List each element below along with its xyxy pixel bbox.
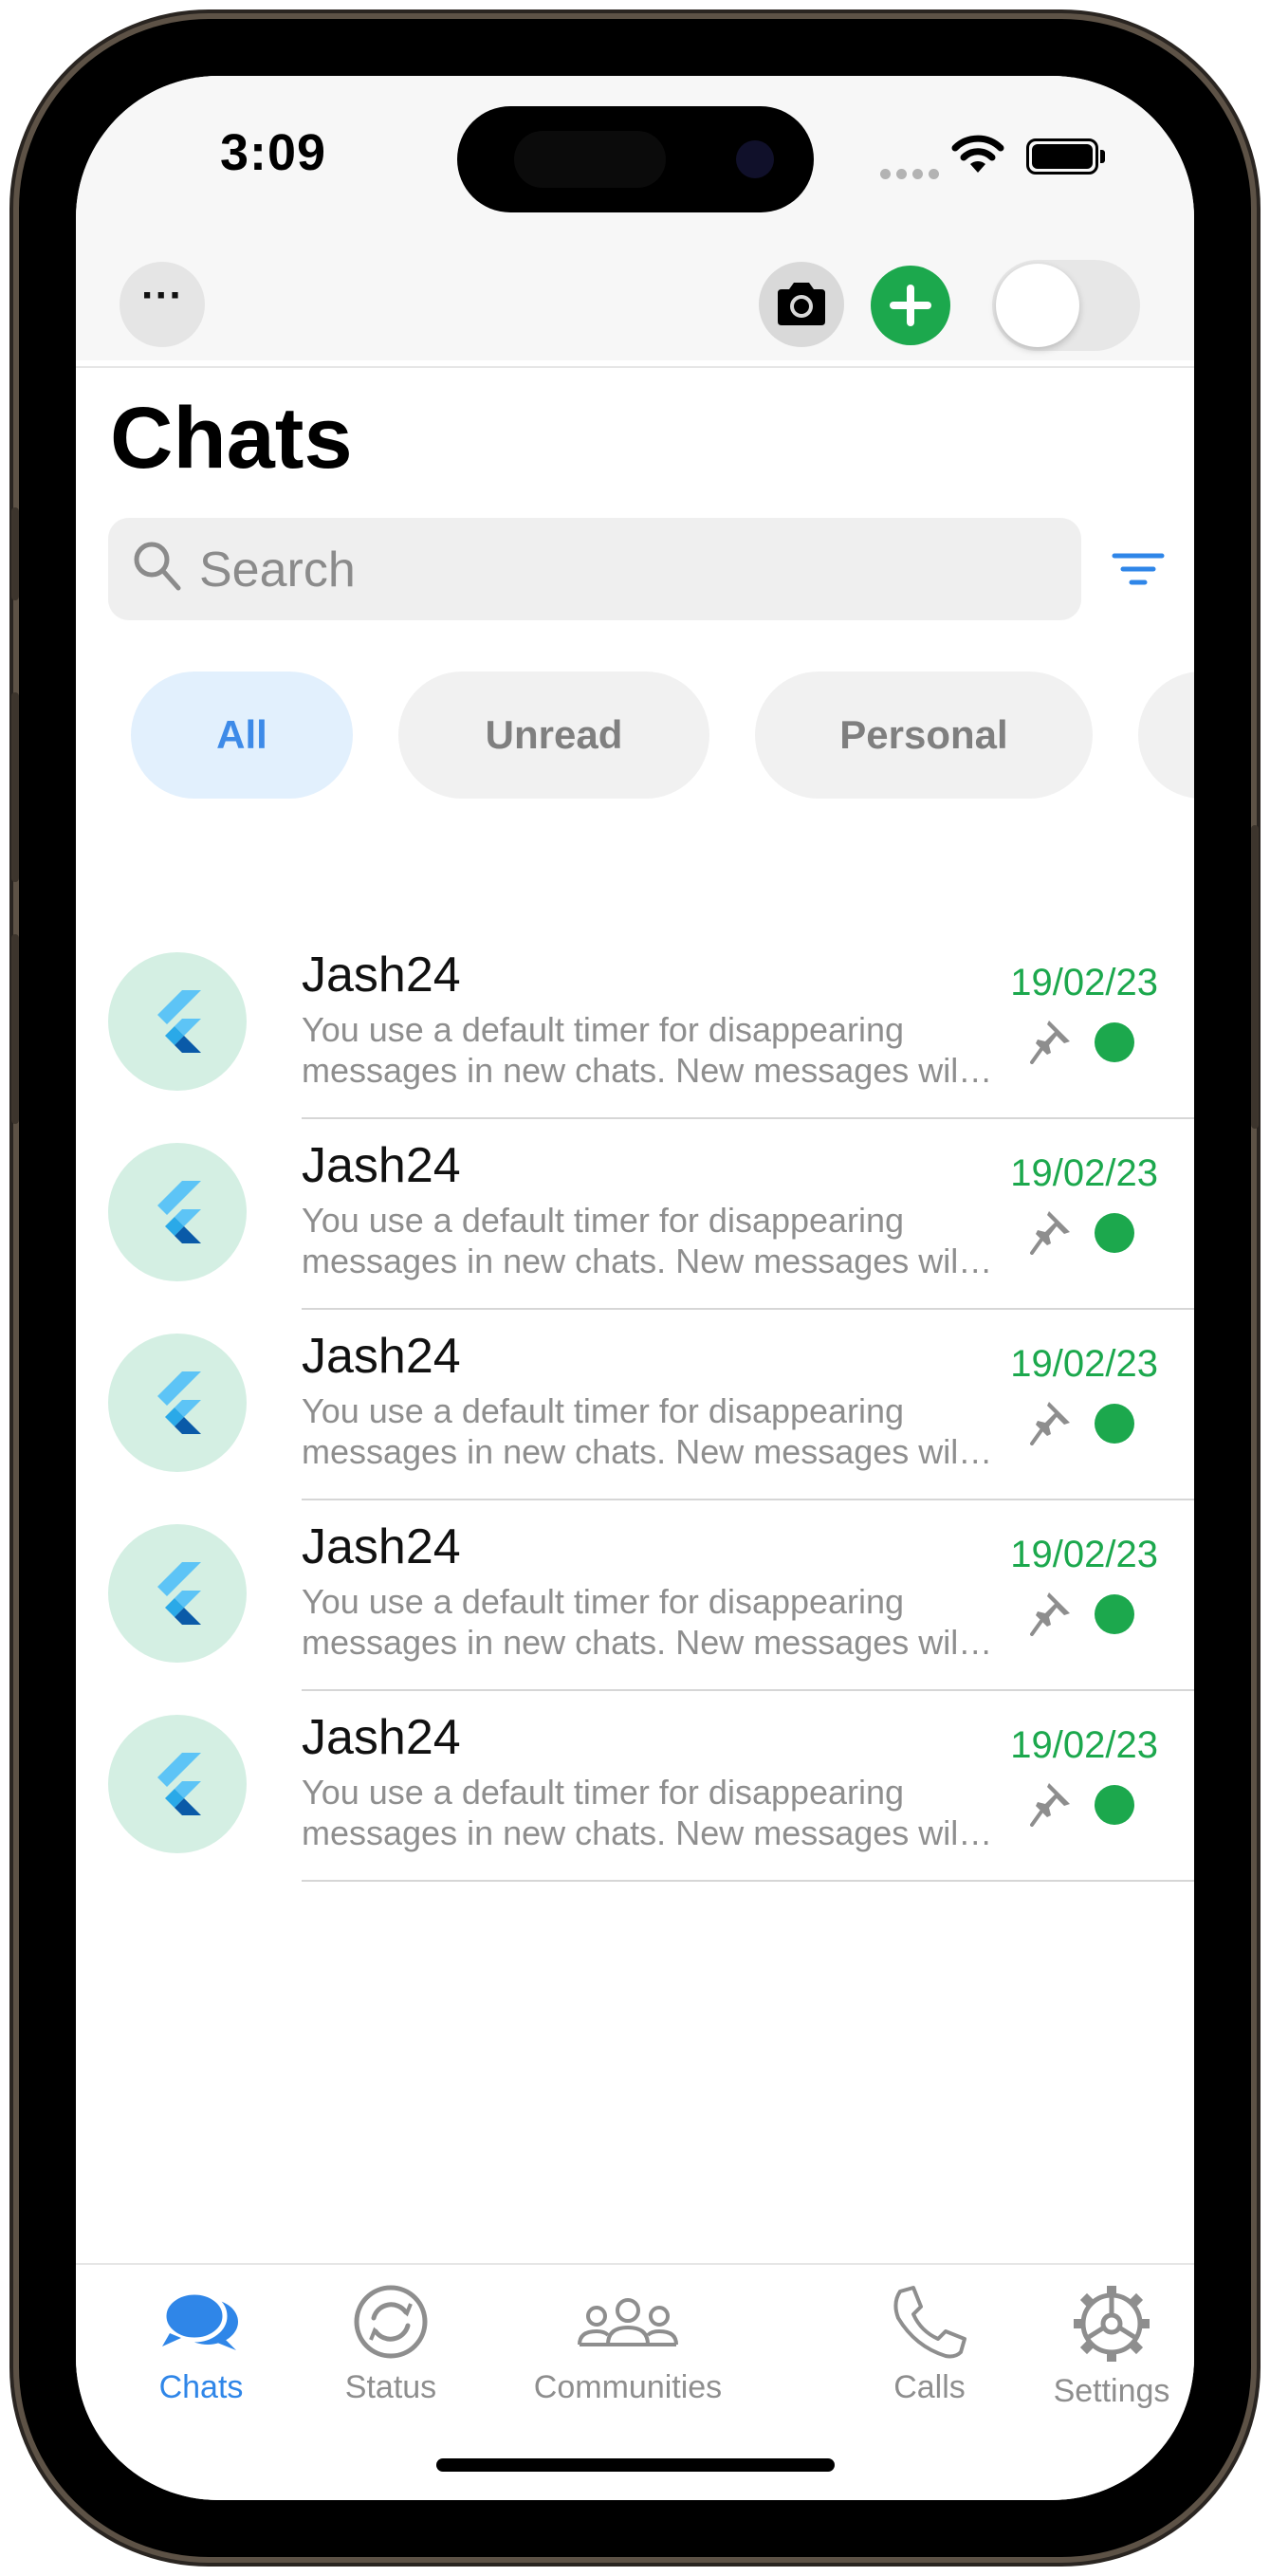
unread-dot <box>1095 1785 1134 1825</box>
flutter-logo-icon <box>157 1562 201 1625</box>
tab-label: Chats <box>158 2369 244 2405</box>
chat-row[interactable]: Jash24 You use a default timer for disapp… <box>76 1311 1194 1500</box>
chat-message-preview: You use a default timer for disappearing… <box>302 1582 966 1662</box>
chat-date: 19/02/23 <box>1010 1343 1158 1385</box>
pin-icon <box>1030 1779 1074 1831</box>
avatar[interactable] <box>108 1334 247 1472</box>
volume-up-button <box>11 692 19 882</box>
tab-calls[interactable]: Calls <box>863 2284 996 2426</box>
action-button <box>11 507 19 600</box>
tab-communities[interactable]: Communities <box>514 2284 742 2426</box>
tab-chats[interactable]: Chats <box>135 2284 267 2426</box>
chat-message-preview: You use a default timer for disappearing… <box>302 1391 966 1471</box>
flutter-logo-icon <box>157 990 201 1053</box>
front-camera-icon <box>736 140 774 178</box>
new-chat-button[interactable] <box>871 266 950 345</box>
home-indicator <box>436 2458 835 2472</box>
app-screen: 3:09 ··· Chats Search All Unread Persona… <box>76 76 1194 2500</box>
camera-button[interactable] <box>759 262 844 347</box>
top-bar: 3:09 ··· <box>76 76 1194 360</box>
avatar[interactable] <box>108 952 247 1091</box>
pin-icon <box>1030 1398 1074 1450</box>
gear-icon <box>1074 2286 1150 2362</box>
chat-row[interactable]: Jash24 You use a default timer for disapp… <box>76 1501 1194 1691</box>
theme-toggle[interactable] <box>992 260 1140 351</box>
search-icon <box>134 542 181 591</box>
tab-settings[interactable]: Settings <box>1036 2284 1187 2426</box>
status-icon <box>354 2285 428 2359</box>
chat-date: 19/02/23 <box>1010 1152 1158 1194</box>
tab-label: Calls <box>893 2369 966 2405</box>
power-button <box>1251 825 1259 1129</box>
phone-icon <box>893 2286 966 2359</box>
pin-icon <box>1030 1207 1074 1260</box>
unread-dot <box>1095 1594 1134 1634</box>
flutter-logo-icon <box>157 1181 201 1243</box>
avatar[interactable] <box>108 1524 247 1663</box>
header-divider <box>76 366 1194 368</box>
wifi-icon <box>951 135 1004 173</box>
tab-label: Communities <box>533 2369 723 2405</box>
dynamic-island <box>457 106 814 212</box>
chat-date: 19/02/23 <box>1010 1534 1158 1575</box>
filter-chip-all[interactable]: All <box>131 672 353 799</box>
chat-message-preview: You use a default timer for disappearing… <box>302 1201 966 1280</box>
chat-name: Jash24 <box>302 1138 461 1193</box>
page-title: Chats <box>110 390 353 487</box>
chat-date: 19/02/23 <box>1010 962 1158 1003</box>
row-divider <box>302 1308 1194 1310</box>
chat-name: Jash24 <box>302 948 461 1003</box>
volume-down-button <box>11 934 19 1124</box>
toggle-knob <box>996 264 1079 347</box>
chat-row[interactable]: Jash24 You use a default timer for disapp… <box>76 1692 1194 1882</box>
filter-icon[interactable] <box>1112 550 1165 592</box>
chat-name: Jash24 <box>302 1519 461 1574</box>
battery-icon <box>1026 138 1105 175</box>
search-bar[interactable] <box>108 518 1081 620</box>
pin-icon <box>1030 1589 1074 1641</box>
unread-dot <box>1095 1404 1134 1444</box>
unread-dot <box>1095 1213 1134 1253</box>
cellular-signal-icon <box>880 167 945 184</box>
avatar[interactable] <box>108 1143 247 1281</box>
flutter-logo-icon <box>157 1753 201 1815</box>
chat-row[interactable]: Jash24 You use a default timer for disapp… <box>76 929 1194 1119</box>
tab-label: Status <box>344 2369 437 2405</box>
status-time: 3:09 <box>220 124 327 181</box>
communities-icon <box>578 2298 678 2346</box>
row-divider <box>302 1499 1194 1500</box>
filter-chip-unread[interactable]: Unread <box>398 672 709 799</box>
search-input[interactable] <box>197 535 1055 605</box>
camera-icon <box>778 283 825 325</box>
row-divider <box>302 1689 1194 1691</box>
tab-label: Settings <box>1053 2373 1170 2409</box>
unread-dot <box>1095 1022 1134 1062</box>
flutter-logo-icon <box>157 1371 201 1434</box>
chat-name: Jash24 <box>302 1329 461 1384</box>
filter-chip-personal[interactable]: Personal <box>755 672 1093 799</box>
chat-message-preview: You use a default timer for disappearing… <box>302 1773 966 1852</box>
chat-message-preview: You use a default timer for disappearing… <box>302 1010 966 1090</box>
more-options-button[interactable]: ··· <box>120 262 205 347</box>
chat-name: Jash24 <box>302 1710 461 1765</box>
tab-status[interactable]: Status <box>324 2284 457 2426</box>
ellipsis-icon: ··· <box>141 272 183 319</box>
row-divider <box>302 1880 1194 1882</box>
chat-date: 19/02/23 <box>1010 1724 1158 1766</box>
avatar[interactable] <box>108 1715 247 1853</box>
pin-icon <box>1030 1017 1074 1069</box>
filter-chip-more[interactable] <box>1138 672 1194 799</box>
row-divider <box>302 1117 1194 1119</box>
chat-row[interactable]: Jash24 You use a default timer for disapp… <box>76 1120 1194 1310</box>
chat-bubbles-icon <box>161 2290 238 2350</box>
